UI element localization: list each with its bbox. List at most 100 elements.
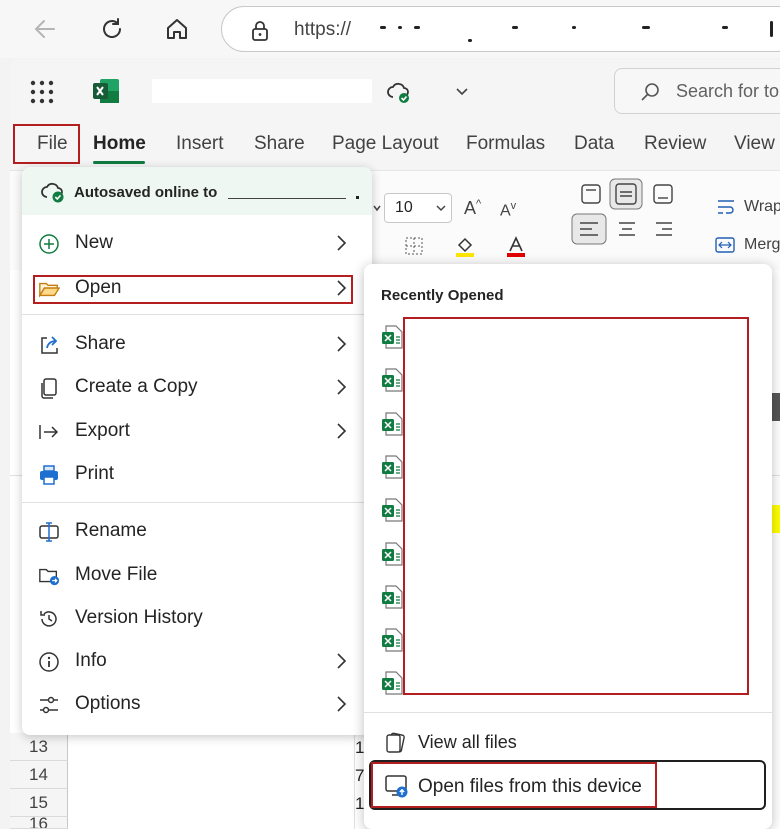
excel-file-icon[interactable] (381, 585, 403, 609)
menu-item-label: Info (75, 650, 107, 671)
chevron-right-icon (334, 334, 348, 359)
history-icon (38, 608, 60, 630)
plus-circle-icon (38, 233, 60, 255)
autosave-status-text: Autosaved online to (74, 184, 218, 201)
refresh-button[interactable] (95, 12, 129, 46)
align-bottom-icon[interactable] (652, 183, 674, 205)
font-color-icon[interactable] (505, 235, 527, 257)
menu-item-info[interactable]: Info (22, 641, 372, 681)
menu-item-export[interactable]: Export (22, 411, 372, 451)
redacted-url-mark (722, 26, 728, 29)
cloud-saved-button[interactable] (386, 79, 412, 110)
excel-file-icon[interactable] (381, 455, 403, 479)
row-header[interactable]: 14 (10, 761, 68, 789)
chevron-right-icon (334, 421, 348, 446)
redacted-url-mark (770, 21, 773, 37)
tab-data[interactable]: Data (574, 133, 614, 155)
menu-item-print[interactable]: Print (22, 454, 372, 494)
merge-cells-icon[interactable] (715, 236, 735, 254)
menu-item-rename[interactable]: Rename (22, 511, 372, 551)
font-size-select[interactable]: 10 (384, 193, 452, 223)
menu-item-label: Print (75, 463, 115, 484)
decrease-font-size-icon[interactable]: Av (500, 200, 516, 220)
excel-file-icon[interactable] (381, 542, 403, 566)
redacted-url-mark (642, 26, 650, 29)
tab-share[interactable]: Share (254, 133, 305, 155)
autosave-location-link[interactable] (228, 198, 346, 199)
highlighted-cell[interactable] (772, 505, 780, 533)
fill-color-icon[interactable] (454, 235, 476, 257)
menu-item-label: Options (75, 693, 141, 714)
tab-view[interactable]: View (734, 133, 775, 155)
move-file-icon (38, 565, 60, 587)
tab-review[interactable]: Review (644, 133, 706, 155)
chevron-right-icon (334, 651, 348, 676)
increase-font-size-icon[interactable]: A^ (464, 198, 481, 219)
back-button[interactable] (28, 12, 62, 46)
autosave-dot (356, 196, 359, 199)
menu-item-create-copy[interactable]: Create a Copy (22, 367, 372, 407)
excel-file-icon[interactable] (381, 671, 403, 695)
menu-item-new[interactable]: New (22, 223, 372, 263)
excel-file-icon[interactable] (381, 628, 403, 652)
align-top-icon[interactable] (580, 183, 602, 205)
font-size-value: 10 (395, 199, 413, 216)
file-options-dropdown[interactable] (454, 84, 470, 103)
excel-file-icon[interactable] (381, 412, 403, 436)
view-all-files-label: View all files (418, 732, 517, 752)
borders-icon[interactable] (404, 236, 424, 256)
chevron-right-icon (334, 233, 348, 258)
search-placeholder: Search for to (676, 81, 780, 101)
search-box[interactable]: Search for to (614, 68, 780, 114)
menu-item-version-history[interactable]: Version History (22, 598, 372, 638)
menu-divider (22, 502, 372, 503)
row-header[interactable]: 15 (10, 789, 68, 817)
excel-file-icon[interactable] (381, 368, 403, 392)
export-icon (38, 421, 60, 443)
wrap-text-button[interactable]: Wrap (744, 198, 780, 216)
merge-cells-button[interactable]: Merg (744, 236, 780, 254)
recently-opened-heading: Recently Opened (381, 287, 504, 304)
row-header[interactable]: 16 (10, 817, 68, 829)
row-header[interactable]: 13 (10, 733, 68, 761)
arrow-left-icon (34, 20, 55, 38)
document-name-field[interactable] (152, 79, 372, 103)
chevron-right-icon (334, 377, 348, 402)
tab-page-layout[interactable]: Page Layout (332, 133, 439, 155)
wrap-text-icon[interactable] (716, 198, 736, 216)
tab-insert[interactable]: Insert (176, 133, 224, 155)
lock-icon (250, 20, 270, 47)
menu-item-move-file[interactable]: Move File (22, 555, 372, 595)
view-all-files-button[interactable]: View all files (380, 727, 760, 759)
menu-item-share[interactable]: Share (22, 324, 372, 364)
align-center-icon[interactable] (616, 218, 638, 240)
redacted-url-mark (512, 26, 518, 29)
chevron-down-icon[interactable] (372, 203, 382, 215)
info-icon (38, 651, 60, 673)
waffle-icon (30, 80, 54, 104)
app-launcher-button[interactable] (30, 80, 54, 109)
tab-formulas[interactable]: Formulas (466, 133, 545, 155)
redacted-url-mark (380, 26, 386, 29)
cloud-check-icon (387, 82, 409, 103)
open-device-highlight (371, 762, 657, 808)
share-icon (38, 334, 60, 356)
excel-file-icon[interactable] (381, 325, 403, 349)
align-left-icon[interactable] (571, 213, 607, 245)
menu-item-label: Create a Copy (75, 376, 198, 397)
rename-icon (38, 521, 60, 543)
home-button[interactable] (160, 12, 194, 46)
align-middle-icon[interactable] (609, 178, 643, 210)
menu-item-label: New (75, 232, 114, 253)
address-bar[interactable]: https:// (221, 6, 780, 52)
redacted-url-mark (572, 26, 576, 29)
cloud-check-icon (41, 182, 64, 203)
redacted-url-mark (414, 26, 420, 29)
tab-home[interactable]: Home (93, 133, 146, 155)
recent-files-redacted-area (403, 317, 749, 695)
chevron-right-icon (334, 694, 348, 719)
align-right-icon[interactable] (653, 218, 675, 240)
excel-file-icon[interactable] (381, 498, 403, 522)
menu-item-options[interactable]: Options (22, 684, 372, 724)
menu-divider (22, 314, 372, 315)
